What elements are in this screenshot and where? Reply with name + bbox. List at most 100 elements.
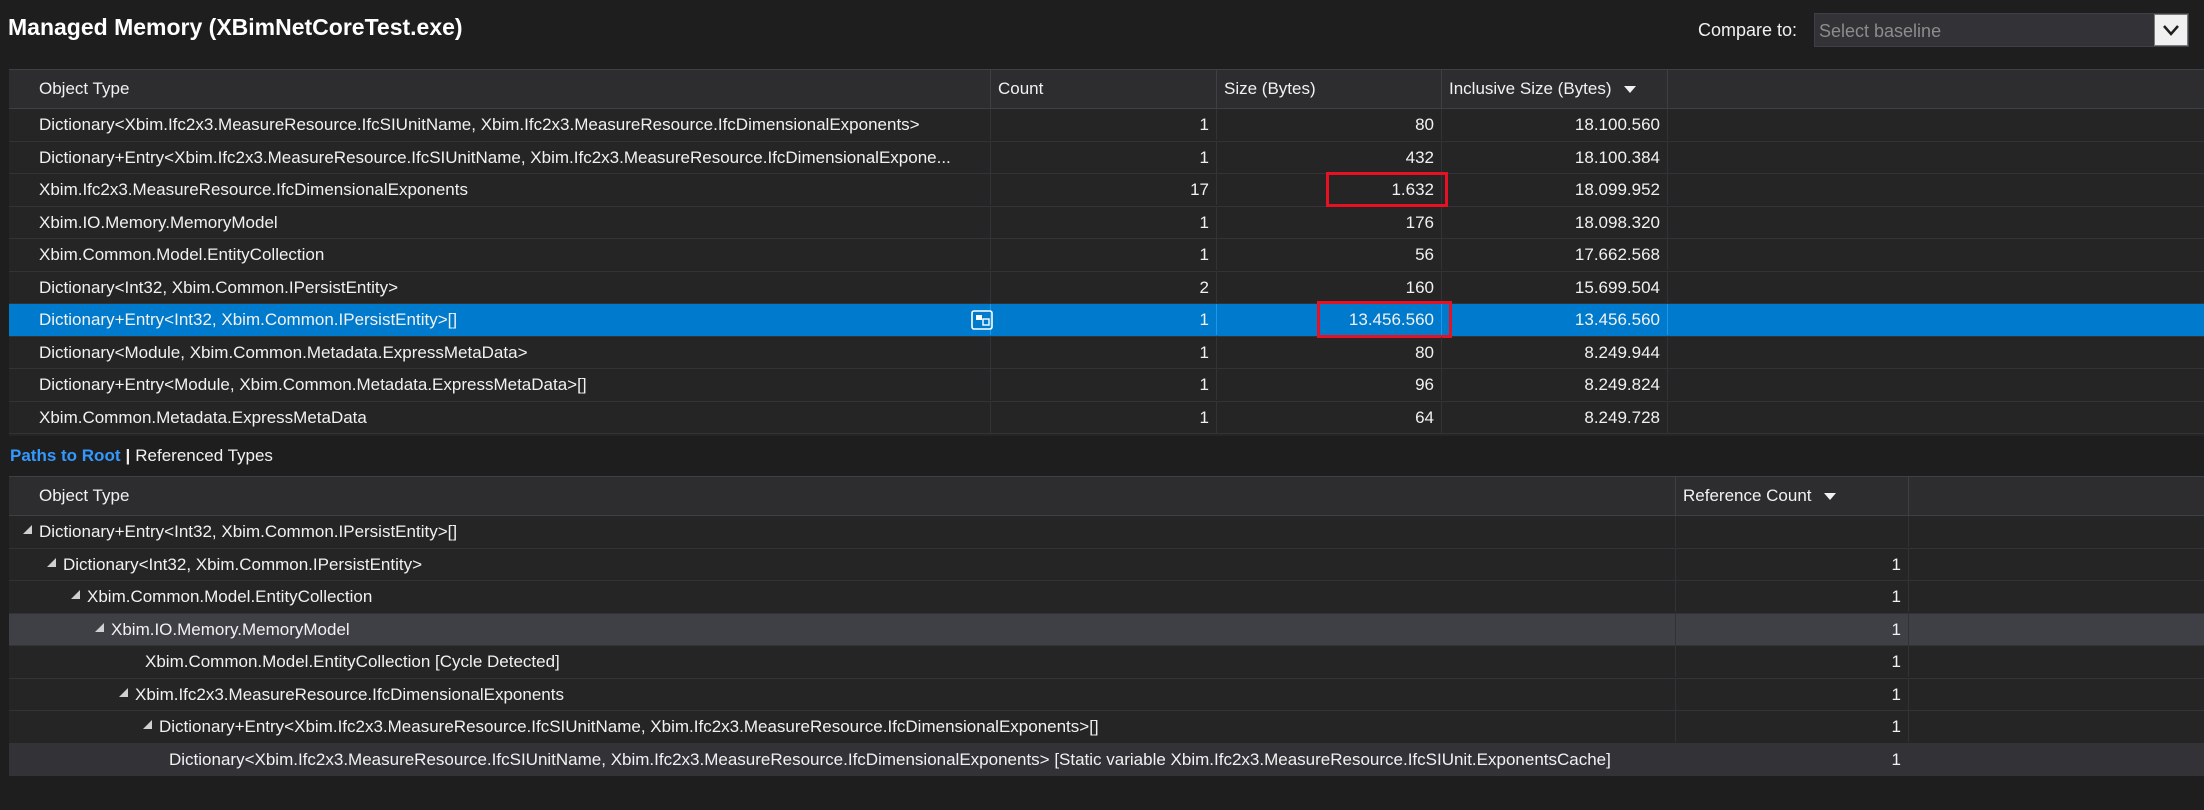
baseline-select-placeholder: Select baseline — [1819, 21, 1942, 41]
cell-object-type: Dictionary+Entry<Int32, Xbim.Common.IPer… — [9, 304, 991, 335]
sort-desc-icon — [1623, 86, 1636, 94]
cell-count: 17 — [991, 174, 1217, 205]
cell-object-type: Xbim.Common.Model.EntityCollection [Cycl… — [9, 646, 1676, 677]
tab-paths-to-root[interactable]: Paths to Root — [10, 446, 121, 465]
cell-reference-count — [1676, 516, 1909, 547]
compare-label: Compare to: — [1698, 20, 1798, 40]
col-object-type[interactable]: Object Type — [9, 477, 1676, 515]
cell-reference-count: 1 — [1676, 548, 1909, 580]
cell-inclusive-size: 17.662.568 — [1442, 239, 1668, 270]
cell-count: 1 — [991, 336, 1217, 368]
col-reference-count[interactable]: Reference Count — [1676, 477, 1909, 515]
cell-reference-count: 1 — [1676, 678, 1909, 710]
highlight-annotation — [1326, 172, 1448, 207]
expand-collapse-icon[interactable] — [23, 525, 32, 535]
cell-count: 1 — [991, 206, 1217, 238]
col-size[interactable]: Size (Bytes) — [1217, 70, 1442, 108]
cell-object-type: Xbim.Common.Model.EntityCollection — [9, 581, 1676, 612]
tree-row[interactable]: Xbim.Common.Model.EntityCollection [Cycl… — [9, 646, 2204, 679]
cell-object-type: Dictionary+Entry<Xbim.Ifc2x3.MeasureReso… — [9, 141, 991, 173]
object-type-label: Dictionary+Entry<Xbim.Ifc2x3.MeasureReso… — [159, 717, 1099, 736]
paths-to-root-table: Object Type Reference Count Dictionary+E… — [9, 476, 2204, 776]
cell-inclusive-size: 8.249.944 — [1442, 336, 1668, 368]
cell-object-type: Xbim.IO.Memory.MemoryModel — [9, 613, 1676, 645]
bottom-tabs: Paths to Root | Referenced Types — [10, 446, 273, 466]
col-object-type[interactable]: Object Type — [9, 70, 991, 108]
cell-size: 56 — [1217, 239, 1442, 270]
cell-object-type: Dictionary+Entry<Int32, Xbim.Common.IPer… — [9, 516, 1676, 547]
view-instances-icon[interactable] — [971, 310, 993, 330]
table-row[interactable]: Dictionary<Int32, Xbim.Common.IPersistEn… — [9, 271, 2204, 304]
cell-inclusive-size: 13.456.560 — [1442, 304, 1668, 335]
expand-collapse-icon[interactable] — [95, 622, 104, 632]
tree-row[interactable]: Dictionary+Entry<Int32, Xbim.Common.IPer… — [9, 516, 2204, 549]
object-type-label: Xbim.Common.Model.EntityCollection [Cycl… — [145, 652, 560, 671]
cell-inclusive-size: 18.098.320 — [1442, 206, 1668, 238]
cell-object-type: Xbim.IO.Memory.MemoryModel — [9, 206, 991, 238]
table-row[interactable]: Xbim.IO.Memory.MemoryModel 1 176 18.098.320 — [9, 206, 2204, 239]
tree-body: Dictionary+Entry<Int32, Xbim.Common.IPer… — [9, 516, 2204, 776]
object-type-label: Dictionary+Entry<Int32, Xbim.Common.IPer… — [39, 522, 458, 541]
cell-object-type: Dictionary<Int32, Xbim.Common.IPersistEn… — [9, 548, 1676, 580]
col-inclusive-size-label: Inclusive Size (Bytes) — [1449, 79, 1612, 98]
cell-object-type: Dictionary<Int32, Xbim.Common.IPersistEn… — [9, 271, 991, 303]
cell-object-type: Xbim.Common.Model.EntityCollection — [9, 239, 991, 270]
cell-size: 176 — [1217, 206, 1442, 238]
page-title: Managed Memory (XBimNetCoreTest.exe) — [8, 14, 463, 40]
object-type-label: Xbim.Common.Model.EntityCollection — [87, 587, 373, 606]
tree-row[interactable]: Xbim.IO.Memory.MemoryModel 1 — [9, 613, 2204, 646]
baseline-select[interactable]: Select baseline — [1814, 13, 2189, 47]
col-inclusive-size[interactable]: Inclusive Size (Bytes) — [1442, 70, 1668, 108]
table-row[interactable]: Xbim.Ifc2x3.MeasureResource.IfcDimension… — [9, 172, 2204, 207]
table-row[interactable]: Dictionary<Xbim.Ifc2x3.MeasureResource.I… — [9, 109, 2204, 142]
cell-inclusive-size: 15.699.504 — [1442, 271, 1668, 303]
expand-collapse-icon[interactable] — [119, 687, 128, 697]
cell-inclusive-size: 18.100.560 — [1442, 109, 1668, 140]
table-body: Dictionary<Xbim.Ifc2x3.MeasureResource.I… — [9, 109, 2204, 434]
sort-desc-icon — [1823, 493, 1836, 501]
tree-row[interactable]: Dictionary<Int32, Xbim.Common.IPersistEn… — [9, 548, 2204, 581]
cell-inclusive-size: 8.249.824 — [1442, 369, 1668, 400]
cell-count: 2 — [991, 271, 1217, 303]
table-row-partial[interactable] — [9, 434, 2204, 452]
cell-size: 64 — [1217, 401, 1442, 433]
highlight-annotation — [1317, 301, 1452, 338]
object-type-label: Dictionary<Int32, Xbim.Common.IPersistEn… — [63, 554, 423, 574]
chevron-down-icon[interactable] — [2154, 14, 2188, 46]
expand-collapse-icon[interactable] — [71, 590, 80, 600]
cell-object-type: Xbim.Common.Metadata.ExpressMetaData — [9, 401, 991, 433]
cell-reference-count: 1 — [1676, 646, 1909, 677]
tab-separator: | — [125, 446, 131, 465]
cell-count: 1 — [991, 369, 1217, 400]
object-type-table: Object Type Count Size (Bytes) Inclusive… — [9, 69, 2204, 436]
cell-size: 160 — [1217, 271, 1442, 303]
tree-row[interactable]: Xbim.Common.Model.EntityCollection 1 — [9, 581, 2204, 614]
cell-reference-count: 1 — [1676, 581, 1909, 612]
cell-inclusive-size: 18.100.384 — [1442, 141, 1668, 173]
table-row[interactable]: Dictionary+Entry<Xbim.Ifc2x3.MeasureReso… — [9, 141, 2204, 174]
cell-size: 80 — [1217, 336, 1442, 368]
cell-object-type: Dictionary+Entry<Xbim.Ifc2x3.MeasureReso… — [9, 711, 1676, 742]
table-row[interactable]: Dictionary+Entry<Module, Xbim.Common.Met… — [9, 369, 2204, 402]
object-type-label: Xbim.Ifc2x3.MeasureResource.IfcDimension… — [135, 684, 564, 704]
table-row[interactable]: Xbim.Common.Model.EntityCollection 1 56 17.… — [9, 239, 2204, 272]
tab-referenced-types[interactable]: Referenced Types — [135, 446, 273, 465]
expand-collapse-icon[interactable] — [47, 557, 56, 567]
cell-object-type: Xbim.Ifc2x3.MeasureResource.IfcDimension… — [9, 678, 1676, 710]
tree-row[interactable]: Xbim.Ifc2x3.MeasureResource.IfcDimension… — [9, 678, 2204, 711]
cell-count: 1 — [991, 239, 1217, 270]
expand-collapse-icon[interactable] — [143, 720, 152, 730]
cell-size: 80 — [1217, 109, 1442, 140]
col-count[interactable]: Count — [991, 70, 1217, 108]
cell-inclusive-size: 18.099.952 — [1442, 174, 1668, 205]
object-type-label: Xbim.IO.Memory.MemoryModel — [111, 619, 350, 639]
tree-row[interactable]: Dictionary<Xbim.Ifc2x3.MeasureResource.I… — [9, 743, 2204, 776]
cell-object-type: Xbim.Ifc2x3.MeasureResource.IfcDimension… — [9, 174, 991, 205]
cell-reference-count: 1 — [1676, 711, 1909, 742]
cell-object-type: Dictionary<Xbim.Ifc2x3.MeasureResource.I… — [9, 743, 1676, 775]
cell-object-type: Dictionary+Entry<Module, Xbim.Common.Met… — [9, 369, 991, 400]
table-row[interactable]: Dictionary+Entry<Int32, Xbim.Common.IPer… — [9, 301, 2204, 338]
tree-row[interactable]: Dictionary+Entry<Xbim.Ifc2x3.MeasureReso… — [9, 711, 2204, 744]
table-row[interactable]: Xbim.Common.Metadata.ExpressMetaData 1 64 8… — [9, 401, 2204, 434]
table-row[interactable]: Dictionary<Module, Xbim.Common.Metadata.… — [9, 336, 2204, 369]
